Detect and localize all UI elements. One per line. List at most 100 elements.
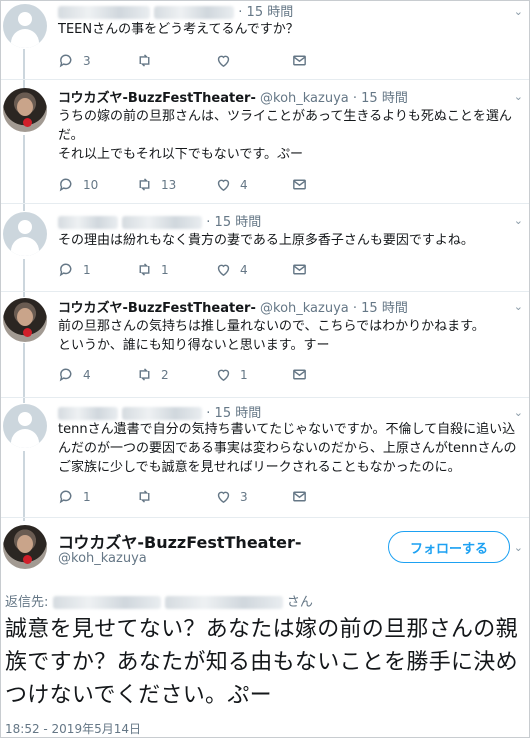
tweet-header: · 15 時間 xyxy=(58,211,261,230)
reply-count: 4 xyxy=(83,367,91,382)
tweet-actions: 1 1 4 xyxy=(58,261,358,279)
reply-button[interactable]: 10 xyxy=(58,176,98,193)
reply-icon xyxy=(59,490,72,504)
retweet-icon xyxy=(139,54,150,67)
reply-button[interactable]: 1 xyxy=(58,261,91,278)
retweet-count: 2 xyxy=(161,367,169,382)
tweet-header: コウカズヤ-BuzzFestTheater- @koh_kazuya · 15 … xyxy=(58,87,408,106)
blurred-handle xyxy=(154,6,235,19)
retweet-icon xyxy=(139,490,150,503)
reply-button[interactable]: 1 xyxy=(58,488,91,505)
tweet-3[interactable]: · 15 時間 ⌄ その理由は紛れもなく貴方の妻である上原多香子さんも要因ですよ… xyxy=(1,204,529,290)
avatar[interactable] xyxy=(3,88,47,132)
dm-icon xyxy=(293,55,306,66)
avatar[interactable] xyxy=(3,298,47,342)
dm-icon xyxy=(293,264,306,275)
twitter-thread-screenshot: · 15 時間 ⌄ TEENさんの事をどう考えてるんですか？ 3 コウカズヤ-B… xyxy=(0,0,530,738)
blurred-handle xyxy=(122,407,203,420)
chevron-down-icon[interactable]: ⌄ xyxy=(514,90,523,103)
like-count: 4 xyxy=(240,262,248,277)
like-button[interactable]: 4 xyxy=(215,176,248,193)
like-button[interactable]: 3 xyxy=(215,488,248,505)
tweet-actions: 4 2 1 xyxy=(58,366,358,384)
tweet-time[interactable]: · 15 時間 xyxy=(206,406,261,421)
tweet-text: その理由は紛れもなく貴方の妻である上原多香子さんも要因ですよね。 xyxy=(58,233,474,248)
retweet-button[interactable] xyxy=(136,52,161,69)
like-icon xyxy=(217,369,230,382)
retweet-button[interactable]: 1 xyxy=(136,261,169,278)
tweet-time[interactable]: · 15 時間 xyxy=(206,215,261,230)
dm-button[interactable] xyxy=(291,176,308,193)
retweet-icon xyxy=(139,263,150,276)
avatar[interactable] xyxy=(3,525,47,569)
divider xyxy=(1,517,529,518)
blurred-username xyxy=(58,216,118,229)
retweet-icon xyxy=(139,178,150,191)
like-count: 1 xyxy=(240,367,248,382)
default-avatar-icon[interactable] xyxy=(3,212,47,256)
display-name[interactable]: コウカズヤ-BuzzFestTheater- xyxy=(58,301,256,316)
tweet-time[interactable]: · 15 時間 xyxy=(353,301,408,316)
dm-button[interactable] xyxy=(291,488,308,505)
retweet-button[interactable]: 13 xyxy=(136,176,176,193)
main-tweet-text: 誠意を見せてない？あなたは嫁の前の旦那さんの親族ですか？あなたが知る由もないこと… xyxy=(5,617,518,708)
blurred-reply-handle[interactable] xyxy=(164,596,283,609)
like-icon xyxy=(217,491,230,504)
retweet-icon xyxy=(139,368,150,381)
chevron-down-icon[interactable]: ⌄ xyxy=(514,214,523,227)
like-icon xyxy=(217,179,230,192)
tweet-text: TEENさんの事をどう考えてるんですか？ xyxy=(58,22,299,37)
tweet-1[interactable]: · 15 時間 ⌄ TEENさんの事をどう考えてるんですか？ 3 xyxy=(1,1,529,79)
main-tweet-timestamp[interactable]: 18:52 - 2019年5月14日 xyxy=(5,720,141,737)
tweet-text: tennさん遺書で自分の気持ち書いてたじゃないですか。不倫して自殺に追い込んだの… xyxy=(58,422,517,475)
tweet-text: うちの嫁の前の旦那さんは、ツライことがあって生きるよりも死ぬことを選んだ。 それ… xyxy=(58,109,512,162)
like-icon xyxy=(217,264,230,277)
like-button[interactable]: 1 xyxy=(215,366,248,383)
retweet-count: 1 xyxy=(161,262,169,277)
like-icon xyxy=(217,55,230,68)
like-button[interactable]: 4 xyxy=(215,261,248,278)
chevron-down-icon[interactable]: ⌄ xyxy=(514,406,523,419)
reply-to-label: 返信先: xyxy=(5,595,49,610)
like-button[interactable] xyxy=(215,52,240,69)
blurred-username xyxy=(58,407,118,420)
tweet-text: 前の旦那さんの気持ちは推し量れないので、こちらではわかりかねます。 というか、誰… xyxy=(58,319,485,353)
default-avatar-icon[interactable] xyxy=(3,4,47,48)
tweet-actions: 3 xyxy=(58,52,358,70)
dm-button[interactable] xyxy=(291,366,308,383)
dm-button[interactable] xyxy=(291,52,308,69)
reply-count: 10 xyxy=(83,177,99,192)
reply-icon xyxy=(59,263,72,277)
main-user-handle[interactable]: @koh_kazuya xyxy=(58,551,147,566)
follow-button[interactable]: フォローする xyxy=(388,531,510,563)
tweet-2[interactable]: コウカズヤ-BuzzFestTheater- @koh_kazuya · 15 … xyxy=(1,80,529,202)
tweet-time[interactable]: · 15 時間 xyxy=(353,91,408,106)
user-handle[interactable]: @koh_kazuya xyxy=(260,301,349,316)
user-handle[interactable]: @koh_kazuya xyxy=(260,91,349,106)
blurred-username xyxy=(58,6,150,19)
retweet-button[interactable]: 2 xyxy=(136,366,169,383)
main-display-name[interactable]: コウカズヤ-BuzzFestTheater- xyxy=(58,529,302,553)
reply-to-suffix: さん xyxy=(286,595,313,610)
display-name[interactable]: コウカズヤ-BuzzFestTheater- xyxy=(58,91,256,106)
chevron-down-icon[interactable]: ⌄ xyxy=(514,5,523,18)
chevron-down-icon[interactable]: ⌄ xyxy=(514,300,523,313)
reply-button[interactable]: 4 xyxy=(58,366,91,383)
like-count: 3 xyxy=(240,489,248,504)
tweet-5[interactable]: · 15 時間 ⌄ tennさん遺書で自分の気持ち書いてたじゃないですか。不倫し… xyxy=(1,398,529,516)
dm-button[interactable] xyxy=(291,261,308,278)
retweet-button[interactable] xyxy=(136,488,161,505)
reply-icon xyxy=(59,368,72,382)
default-avatar-icon[interactable] xyxy=(3,404,47,448)
dm-icon xyxy=(293,491,306,502)
reply-count: 3 xyxy=(83,53,91,68)
reply-count: 1 xyxy=(83,262,91,277)
tweet-time[interactable]: · 15 時間 xyxy=(238,5,293,20)
reply-button[interactable]: 3 xyxy=(58,52,91,69)
blurred-reply-handle[interactable] xyxy=(52,596,161,609)
tweet-actions: 1 3 xyxy=(58,488,358,506)
chevron-down-icon[interactable]: ⌄ xyxy=(514,541,523,554)
tweet-actions: 10 13 4 xyxy=(58,176,358,194)
tweet-4[interactable]: コウカズヤ-BuzzFestTheater- @koh_kazuya · 15 … xyxy=(1,292,529,396)
like-count: 4 xyxy=(240,177,248,192)
